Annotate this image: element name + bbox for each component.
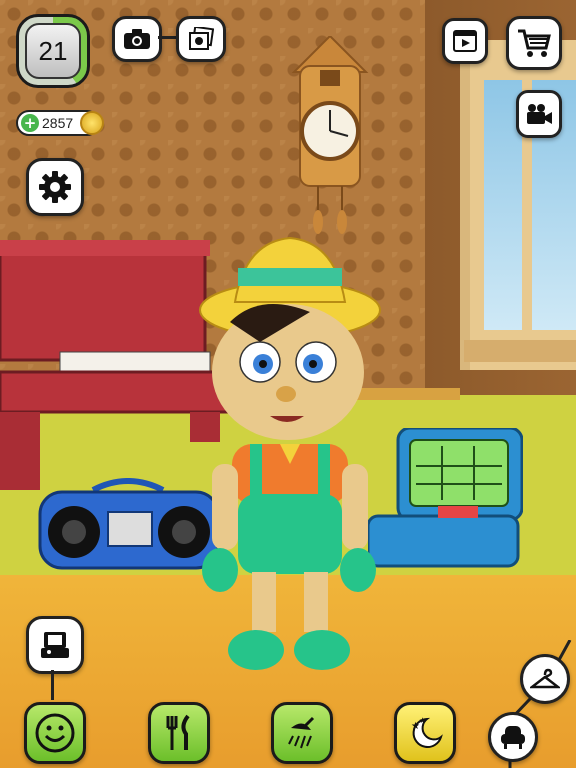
camera-icon bbox=[124, 29, 150, 49]
camera-button[interactable] bbox=[112, 16, 162, 62]
mood-button[interactable] bbox=[24, 702, 86, 764]
smiley-face-icon bbox=[35, 713, 75, 753]
shopping-cart-icon bbox=[518, 29, 551, 57]
shower-icon bbox=[288, 716, 315, 749]
food-button[interactable] bbox=[148, 702, 210, 764]
tictactoe-arcade[interactable] bbox=[368, 428, 523, 568]
armchair-icon bbox=[501, 726, 525, 749]
settings-gear-icon bbox=[39, 171, 71, 203]
svg-text:★: ★ bbox=[419, 716, 426, 725]
arcade-icon bbox=[41, 632, 69, 658]
photo-gallery-icon bbox=[189, 27, 214, 50]
shop-button[interactable] bbox=[506, 16, 562, 70]
coin-icon bbox=[80, 111, 104, 135]
hanger-icon bbox=[530, 668, 560, 689]
coin-count: 2857 bbox=[42, 115, 74, 131]
cuckoo-clock[interactable] bbox=[290, 36, 370, 236]
sleep-button[interactable]: ★ ★ bbox=[394, 702, 456, 764]
video-play-icon bbox=[453, 30, 477, 52]
level-badge[interactable]: 21 bbox=[16, 14, 90, 88]
record-video-button[interactable] bbox=[516, 90, 562, 138]
level-number: 21 bbox=[25, 23, 81, 79]
fork-knife-icon bbox=[166, 714, 190, 750]
add-coins-icon[interactable]: + bbox=[21, 114, 39, 132]
wardrobe-button[interactable] bbox=[520, 654, 570, 704]
furniture-button[interactable] bbox=[488, 712, 538, 762]
shower-button[interactable] bbox=[271, 702, 333, 764]
video-camera-icon bbox=[527, 104, 552, 124]
pinocchio-character[interactable] bbox=[190, 232, 390, 682]
room-window bbox=[460, 40, 576, 370]
settings-button[interactable] bbox=[26, 158, 84, 216]
moon-stars-icon: ★ ★ bbox=[411, 716, 443, 748]
arcade-button[interactable] bbox=[26, 616, 84, 674]
video-play-button[interactable] bbox=[442, 18, 488, 64]
photo-gallery-button[interactable] bbox=[176, 16, 226, 62]
coin-counter[interactable]: + 2857 bbox=[16, 110, 104, 136]
